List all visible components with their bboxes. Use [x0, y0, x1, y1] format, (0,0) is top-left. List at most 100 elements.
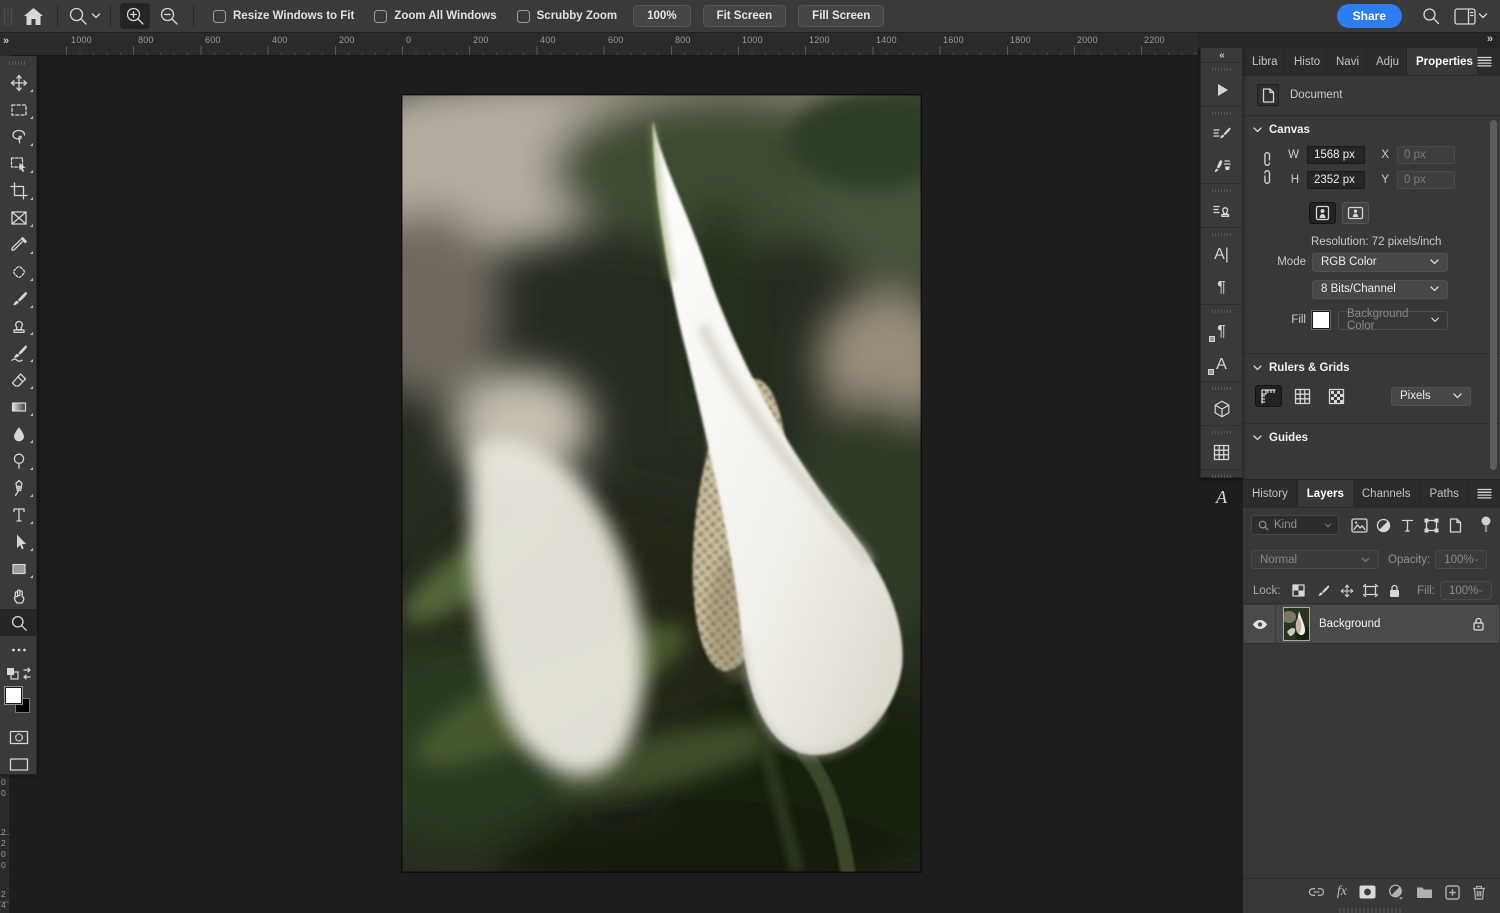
clone-stamp-tool[interactable]	[0, 312, 37, 339]
panel-grip[interactable]	[1212, 475, 1232, 478]
lasso-tool[interactable]	[0, 123, 37, 150]
pen-tool[interactable]	[0, 474, 37, 501]
frame-tool[interactable]	[0, 204, 37, 231]
kind-filter-select[interactable]: Kind	[1251, 515, 1339, 535]
zoom-tool-preset[interactable]	[67, 5, 101, 27]
canvas-width-input[interactable]: 1568 px	[1307, 146, 1365, 164]
panel-grip[interactable]	[1212, 112, 1232, 115]
rulers-grids-section-header[interactable]: Rulers & Grids	[1253, 362, 1350, 374]
layers-panel-menu-button[interactable]	[1477, 480, 1500, 507]
tools-panel-grip[interactable]	[0, 56, 36, 69]
properties-scrollbar[interactable]	[1490, 120, 1497, 470]
tab-layers[interactable]: Layers	[1298, 480, 1353, 507]
blur-tool[interactable]	[0, 420, 37, 447]
filter-by-shape-button[interactable]	[1419, 518, 1443, 533]
lock-position-button[interactable]	[1335, 584, 1359, 598]
fill-mode-select[interactable]: Background Color	[1338, 311, 1448, 330]
filter-by-smart-object-button[interactable]	[1443, 518, 1467, 533]
opacity-input[interactable]: 100%	[1435, 550, 1487, 569]
home-button[interactable]	[18, 3, 48, 29]
bit-depth-select[interactable]: 8 Bits/Channel	[1312, 280, 1448, 299]
search-button[interactable]	[1416, 3, 1446, 29]
link-layers-icon[interactable]	[1308, 887, 1325, 897]
portrait-orientation-button[interactable]	[1309, 202, 1336, 224]
zoom-in-button[interactable]	[120, 3, 150, 29]
zoom-100-button[interactable]: 100%	[633, 5, 690, 27]
horizontal-ruler[interactable]: 1000800600400200020040060080010001200140…	[10, 33, 1198, 56]
mode-select[interactable]: RGB Color	[1312, 253, 1448, 272]
zoom-out-button[interactable]	[154, 3, 184, 29]
lock-all-button[interactable]	[1383, 584, 1407, 598]
dodge-tool[interactable]	[0, 447, 37, 474]
layer-thumbnail[interactable]	[1283, 607, 1310, 641]
layer-row-background[interactable]: Background	[1244, 605, 1499, 643]
panel-grip[interactable]	[1212, 189, 1232, 192]
gradient-tool[interactable]	[0, 393, 37, 420]
character-styles-panel-button[interactable]: A	[1201, 348, 1242, 381]
ruler-units-select[interactable]: Pixels	[1391, 387, 1471, 406]
3d-panel-button[interactable]	[1201, 392, 1242, 425]
brush-tool[interactable]	[0, 285, 37, 312]
tab-libraries[interactable]: Libra	[1243, 48, 1285, 75]
guides-section-header[interactable]: Guides	[1253, 432, 1308, 444]
lock-artboard-button[interactable]	[1359, 584, 1383, 597]
canvas-y-input[interactable]: 0 px	[1397, 171, 1455, 189]
filter-by-adjustment-button[interactable]	[1371, 518, 1395, 533]
add-layer-mask-icon[interactable]	[1359, 885, 1376, 899]
panel-expand-chevron[interactable]: »	[1487, 33, 1492, 45]
resize-windows-checkbox[interactable]: Resize Windows to Fit	[213, 10, 354, 23]
panel-grip[interactable]	[1212, 68, 1232, 71]
crop-tool[interactable]	[0, 177, 37, 204]
layer-visibility-toggle[interactable]	[1244, 605, 1276, 643]
brushes-panel-button[interactable]	[1201, 150, 1242, 183]
actions-panel-button[interactable]	[1201, 73, 1242, 106]
new-group-icon[interactable]	[1416, 885, 1433, 899]
tab-history[interactable]: History	[1243, 480, 1298, 507]
timeline-panel-button[interactable]	[1201, 436, 1242, 469]
object-selection-tool[interactable]	[0, 150, 37, 177]
filter-by-type-button[interactable]	[1395, 519, 1419, 532]
fit-screen-button[interactable]: Fit Screen	[703, 5, 787, 27]
panel-grip[interactable]	[1212, 387, 1232, 390]
filtering-on-off-toggle[interactable]	[1480, 516, 1492, 534]
edit-toolbar-button[interactable]	[0, 636, 37, 663]
scrubby-zoom-checkbox[interactable]: Scrubby Zoom	[517, 10, 618, 23]
lock-image-pixels-button[interactable]	[1311, 584, 1335, 598]
tab-properties[interactable]: Properties	[1407, 48, 1477, 75]
path-selection-tool[interactable]	[0, 528, 37, 555]
layer-locked-icon[interactable]	[1472, 617, 1485, 631]
character-panel-button[interactable]: A|	[1201, 238, 1242, 271]
canvas-area[interactable]	[10, 56, 1200, 913]
panel-grip[interactable]	[1212, 233, 1232, 236]
hand-tool[interactable]	[0, 582, 37, 609]
move-tool[interactable]	[0, 69, 37, 96]
workspace-switcher[interactable]	[1454, 8, 1488, 25]
properties-panel-menu-button[interactable]	[1477, 48, 1500, 75]
eraser-tool[interactable]	[0, 366, 37, 393]
options-bar-grip[interactable]	[4, 7, 12, 25]
fill-screen-button[interactable]: Fill Screen	[798, 5, 884, 27]
brush-settings-panel-button[interactable]	[1201, 117, 1242, 150]
toolbar-expand-chevron[interactable]: »	[3, 35, 8, 47]
link-dimensions-icon[interactable]	[1261, 150, 1274, 186]
add-adjustment-layer-icon[interactable]	[1388, 884, 1404, 900]
zoom-all-windows-checkbox[interactable]: Zoom All Windows	[374, 10, 496, 23]
share-button[interactable]: Share	[1337, 4, 1402, 28]
tab-navigator[interactable]: Navi	[1327, 48, 1367, 75]
zoom-tool[interactable]	[0, 609, 37, 636]
type-tool[interactable]	[0, 501, 37, 528]
canvas-x-input[interactable]: 0 px	[1397, 146, 1455, 164]
glyphs-panel-button[interactable]: A	[1201, 480, 1242, 513]
rulers-toggle-button[interactable]	[1255, 385, 1282, 407]
tab-adjustments[interactable]: Adju	[1367, 48, 1407, 75]
collapse-panels-chevron[interactable]: «	[1201, 48, 1242, 62]
spot-healing-brush-tool[interactable]	[0, 258, 37, 285]
rectangle-tool[interactable]	[0, 555, 37, 582]
lock-transparent-pixels-button[interactable]	[1287, 584, 1311, 597]
fill-input[interactable]: 100%	[1440, 581, 1492, 600]
tab-histogram[interactable]: Histo	[1285, 48, 1327, 75]
foreground-background-swatches[interactable]	[0, 685, 37, 723]
filter-by-image-button[interactable]	[1347, 518, 1371, 533]
screen-mode-button[interactable]	[0, 750, 37, 777]
swap-colors-controls[interactable]	[0, 663, 37, 685]
